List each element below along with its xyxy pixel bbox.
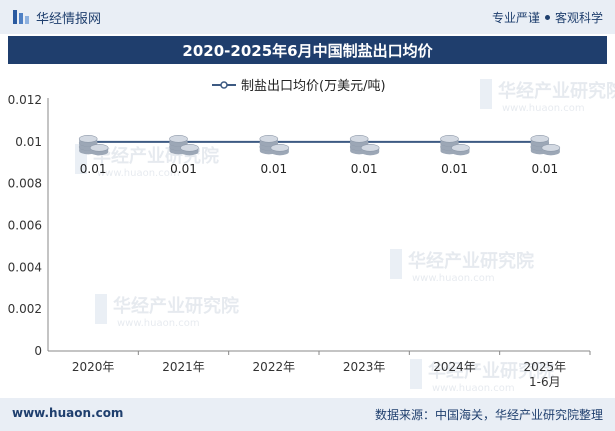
- watermark-url: www.huaon.com: [412, 273, 495, 284]
- watermark-logo-icon: [95, 294, 107, 324]
- watermark-url: www.huaon.com: [502, 103, 585, 114]
- data-label: 0.01: [441, 162, 468, 176]
- footer-band: www.huaon.com 数据来源：中国海关，华经产业研究院整理: [0, 398, 615, 431]
- data-label: 0.01: [170, 162, 197, 176]
- data-label: 0.01: [80, 162, 107, 176]
- x-tick-label: 2021年: [162, 360, 205, 374]
- watermark-logo-icon: [410, 359, 422, 389]
- y-tick-label: 0.008: [8, 177, 42, 191]
- watermark-url: www.huaon.com: [97, 168, 180, 179]
- watermark-text: 华经产业研究院: [93, 145, 219, 167]
- y-tick-label: 0.004: [8, 260, 42, 274]
- footer-url[interactable]: www.huaon.com: [12, 406, 123, 420]
- x-tick-label: 2025年 1-6月: [524, 360, 567, 389]
- x-tick-label: 2022年: [253, 360, 296, 374]
- y-axis-ticks: 0 0.002 0.004 0.006 0.008 0.01 0.012: [8, 93, 42, 358]
- watermark-url: www.huaon.com: [117, 318, 200, 329]
- y-tick-label: 0.002: [8, 302, 42, 316]
- watermark-text: 华经产业研究院: [113, 295, 239, 317]
- watermark: 华经产业研究院www.huaon.com: [95, 294, 239, 329]
- watermark: 华经产业研究院www.huaon.com: [390, 249, 534, 284]
- line-chart: 华经产业研究院www.huaon.com华经产业研究院www.huaon.com…: [8, 79, 615, 394]
- x-tick-label: 2020年: [72, 360, 115, 374]
- x-tick-label: 2023年: [343, 360, 386, 374]
- y-tick-label: 0.012: [8, 93, 42, 107]
- chart-legend: 制盐出口均价(万美元/吨): [212, 79, 386, 94]
- data-point: [169, 135, 199, 156]
- watermark-logo-icon: [480, 79, 492, 109]
- data-label: 0.01: [531, 162, 558, 176]
- data-point: [78, 135, 109, 156]
- watermark-text: 华经产业研究院: [408, 250, 534, 272]
- data-point: [530, 135, 561, 156]
- watermark-url: www.huaon.com: [432, 383, 515, 394]
- watermarks: 华经产业研究院www.huaon.com华经产业研究院www.huaon.com…: [75, 79, 615, 394]
- watermark: 华经产业研究院www.huaon.com: [480, 79, 615, 114]
- footer-source: 数据来源：中国海关，华经产业研究院整理: [374, 408, 603, 422]
- y-tick-label: 0.006: [8, 219, 42, 233]
- x-tick-label: 2024年: [433, 360, 476, 374]
- legend-marker-icon: [220, 81, 228, 89]
- y-tick-label: 0.01: [15, 135, 42, 149]
- data-point: [440, 135, 470, 156]
- data-label: 0.01: [260, 162, 287, 176]
- data-point: [349, 135, 380, 156]
- data-label: 0.01: [351, 162, 378, 176]
- watermark-logo-icon: [390, 249, 402, 279]
- legend-label: 制盐出口均价(万美元/吨): [241, 79, 386, 94]
- watermark-text: 华经产业研究院: [498, 80, 615, 102]
- y-tick-label: 0: [34, 344, 42, 358]
- data-point: [259, 135, 290, 156]
